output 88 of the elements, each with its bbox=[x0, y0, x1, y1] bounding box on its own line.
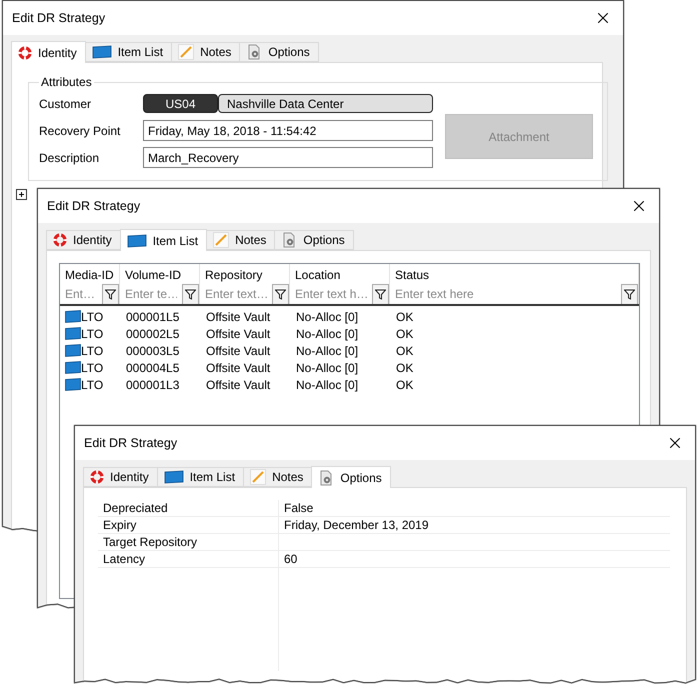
table-cell-text: OK bbox=[395, 378, 414, 392]
filter-button[interactable] bbox=[372, 284, 389, 304]
filter-icon bbox=[275, 289, 286, 300]
tab[interactable]: Item List bbox=[84, 42, 172, 62]
window-title: Edit DR Strategy bbox=[12, 11, 106, 25]
tape-icon bbox=[65, 310, 81, 323]
table-cell-text: OK bbox=[395, 344, 414, 358]
gear-document-icon bbox=[281, 232, 298, 248]
table-cell-text: No-Alloc [0] bbox=[295, 310, 360, 324]
property-label: Target Repository bbox=[98, 534, 279, 550]
filter-icon bbox=[624, 289, 635, 300]
table-cell-text: 000001L3 bbox=[125, 378, 180, 392]
expand-icon[interactable] bbox=[16, 189, 27, 200]
filter-icon bbox=[105, 289, 116, 300]
tape-icon bbox=[126, 234, 147, 248]
column-header[interactable]: Media-ID bbox=[60, 264, 119, 284]
tab[interactable]: Options bbox=[311, 466, 391, 488]
tab[interactable]: Item List bbox=[156, 467, 244, 487]
table-cell: LTO bbox=[81, 344, 104, 358]
tab[interactable]: Options bbox=[274, 230, 354, 250]
property-label: Depreciated bbox=[98, 500, 279, 516]
column-header[interactable]: Repository bbox=[200, 264, 289, 284]
input-field[interactable]: Friday, May 18, 2018 - 11:54:42 bbox=[143, 120, 433, 141]
property-label: Latency bbox=[98, 551, 279, 567]
tape-icon bbox=[65, 344, 81, 357]
property-value: Friday, December 13, 2019 bbox=[283, 517, 430, 533]
tab[interactable]: Options bbox=[239, 42, 319, 62]
column-header[interactable]: Volume-ID bbox=[120, 264, 199, 284]
tape-icon bbox=[65, 361, 81, 374]
pencil-icon bbox=[178, 44, 194, 60]
property-value: 60 bbox=[283, 551, 298, 567]
tape-icon bbox=[65, 327, 81, 340]
table-cell-text: OK bbox=[395, 326, 414, 340]
property-value: False bbox=[283, 500, 314, 516]
gear-document-icon bbox=[318, 470, 334, 486]
customer-name: Nashville Data Center bbox=[218, 94, 433, 113]
group-title: Attributes bbox=[40, 75, 93, 89]
pencil-icon bbox=[250, 469, 266, 485]
table-cell: LTO bbox=[81, 378, 104, 392]
table-cell-text: OK bbox=[395, 360, 414, 374]
table-cell-text: No-Alloc [0] bbox=[295, 360, 360, 374]
tab[interactable]: Notes bbox=[243, 467, 312, 487]
filter-button[interactable] bbox=[102, 284, 119, 304]
table-cell: LTO bbox=[81, 310, 104, 324]
filter-button[interactable] bbox=[272, 284, 289, 304]
field-label: Recovery Point bbox=[39, 124, 122, 138]
table-cell-text: 000004L5 bbox=[125, 360, 180, 374]
table-cell-text: Offsite Vault bbox=[205, 326, 272, 340]
table-cell-text: OK bbox=[395, 310, 414, 324]
table-cell: LTO bbox=[81, 360, 104, 374]
filter-icon bbox=[375, 289, 386, 300]
tab[interactable]: Notes bbox=[171, 42, 240, 62]
table-cell-text: No-Alloc [0] bbox=[295, 378, 360, 392]
tab[interactable]: Identity bbox=[46, 230, 121, 250]
field-label: Customer bbox=[39, 96, 92, 110]
tape-icon bbox=[164, 470, 184, 484]
property-label: Expiry bbox=[98, 517, 279, 533]
table-cell-text: Offsite Vault bbox=[205, 378, 272, 392]
tab[interactable]: Item List bbox=[120, 229, 208, 251]
table-cell-text: Offsite Vault bbox=[205, 310, 272, 324]
pencil-icon bbox=[213, 232, 230, 248]
lifebuoy-icon bbox=[18, 46, 32, 60]
tape-icon bbox=[92, 45, 112, 59]
input-field[interactable]: March_Recovery bbox=[143, 147, 433, 168]
table-cell-text: Offsite Vault bbox=[205, 360, 272, 374]
table-cell-text: 000002L5 bbox=[125, 326, 180, 340]
table-cell-text: No-Alloc [0] bbox=[295, 344, 360, 358]
lifebuoy-icon bbox=[53, 233, 67, 247]
filter-button[interactable] bbox=[182, 284, 199, 304]
tab[interactable]: Notes bbox=[206, 230, 276, 250]
window-title: Edit DR Strategy bbox=[47, 199, 140, 213]
filter-button[interactable] bbox=[621, 284, 638, 304]
field-label: Description bbox=[39, 150, 100, 164]
customer-code: US04 bbox=[143, 94, 218, 113]
column-header[interactable]: Location bbox=[290, 264, 389, 284]
column-header[interactable]: Status bbox=[390, 264, 638, 284]
table-cell-text: 000003L5 bbox=[125, 344, 180, 358]
lifebuoy-icon bbox=[90, 470, 104, 484]
table-cell: LTO bbox=[81, 326, 104, 340]
gear-document-icon bbox=[246, 44, 262, 60]
table-cell-text: No-Alloc [0] bbox=[295, 326, 360, 340]
tab[interactable]: Identity bbox=[83, 467, 158, 487]
tab[interactable]: Identity bbox=[11, 41, 86, 63]
table-cell-text: Offsite Vault bbox=[205, 344, 272, 358]
tape-icon bbox=[65, 378, 81, 391]
filter-icon bbox=[185, 289, 196, 300]
window-title: Edit DR Strategy bbox=[84, 436, 178, 450]
table-cell-text: 000001L5 bbox=[125, 310, 180, 324]
